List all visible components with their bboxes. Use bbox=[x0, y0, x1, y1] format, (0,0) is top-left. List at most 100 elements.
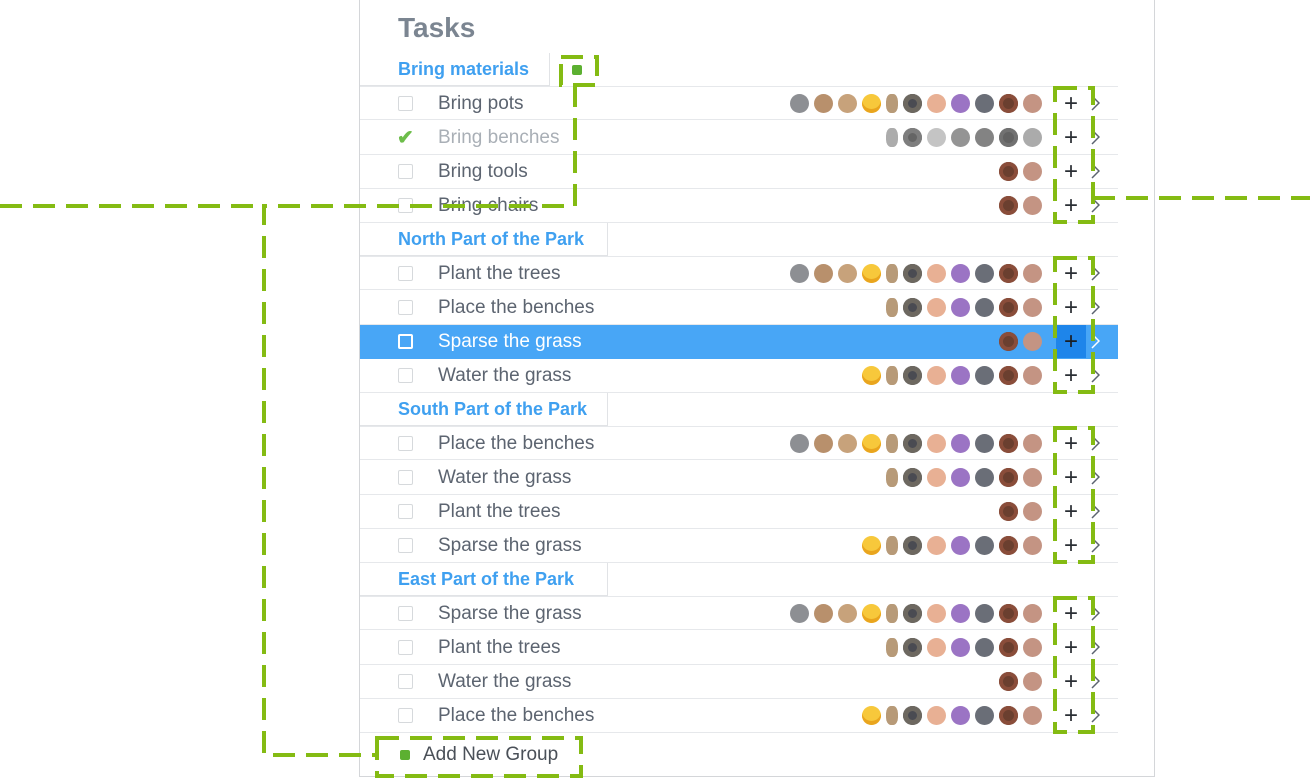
task-checkbox[interactable] bbox=[398, 96, 413, 111]
group-tab[interactable]: South Part of the Park bbox=[360, 393, 608, 426]
avatar[interactable] bbox=[862, 94, 881, 113]
chevron-right-icon[interactable] bbox=[1091, 605, 1100, 621]
avatar[interactable] bbox=[927, 366, 946, 385]
avatar[interactable] bbox=[927, 638, 946, 657]
avatar[interactable] bbox=[862, 604, 881, 623]
avatar[interactable] bbox=[1023, 468, 1042, 487]
avatar[interactable] bbox=[975, 638, 994, 657]
avatar[interactable] bbox=[903, 604, 922, 623]
chevron-right-icon[interactable] bbox=[1091, 673, 1100, 689]
task-row[interactable]: Bring tools + bbox=[360, 155, 1118, 189]
avatar[interactable] bbox=[951, 706, 970, 725]
chevron-right-icon[interactable] bbox=[1091, 163, 1100, 179]
avatar[interactable] bbox=[975, 536, 994, 555]
task-checkbox[interactable] bbox=[398, 164, 413, 179]
avatar[interactable] bbox=[975, 604, 994, 623]
avatar[interactable] bbox=[951, 434, 970, 453]
chevron-right-icon[interactable] bbox=[1091, 299, 1100, 315]
avatar[interactable] bbox=[999, 366, 1018, 385]
avatar[interactable] bbox=[1023, 196, 1042, 215]
task-row[interactable]: Water the grass + bbox=[360, 665, 1118, 699]
avatar[interactable] bbox=[999, 128, 1018, 147]
avatar[interactable] bbox=[903, 366, 922, 385]
avatar[interactable] bbox=[1023, 162, 1042, 181]
add-subtask-button[interactable]: + bbox=[1056, 597, 1086, 630]
avatar[interactable] bbox=[951, 264, 970, 283]
avatar[interactable] bbox=[903, 706, 922, 725]
avatar[interactable] bbox=[927, 128, 946, 147]
avatar[interactable] bbox=[862, 706, 881, 725]
avatar[interactable] bbox=[886, 706, 898, 725]
task-checkbox[interactable] bbox=[398, 708, 413, 723]
add-subtask-button[interactable]: + bbox=[1056, 359, 1086, 392]
chevron-right-icon[interactable] bbox=[1091, 95, 1100, 111]
add-subtask-button[interactable]: + bbox=[1056, 699, 1086, 732]
avatar[interactable] bbox=[814, 434, 833, 453]
avatar[interactable] bbox=[862, 434, 881, 453]
avatar[interactable] bbox=[927, 604, 946, 623]
task-row[interactable]: ✔ Bring benches + bbox=[360, 121, 1118, 155]
task-checkbox[interactable] bbox=[398, 368, 413, 383]
avatar[interactable] bbox=[1023, 706, 1042, 725]
chevron-right-icon[interactable] bbox=[1091, 435, 1100, 451]
task-checkbox[interactable] bbox=[398, 504, 413, 519]
add-subtask-button[interactable]: + bbox=[1056, 87, 1086, 120]
task-row[interactable]: Place the benches + bbox=[360, 699, 1118, 733]
avatar[interactable] bbox=[886, 264, 898, 283]
add-subtask-button[interactable]: + bbox=[1056, 461, 1086, 494]
avatar[interactable] bbox=[903, 468, 922, 487]
avatar[interactable] bbox=[903, 128, 922, 147]
task-row[interactable]: Sparse the grass + bbox=[360, 596, 1118, 630]
task-checkbox[interactable] bbox=[398, 674, 413, 689]
avatar[interactable] bbox=[975, 706, 994, 725]
avatar[interactable] bbox=[975, 434, 994, 453]
avatar[interactable] bbox=[951, 604, 970, 623]
avatar[interactable] bbox=[927, 94, 946, 113]
avatar[interactable] bbox=[1023, 434, 1042, 453]
add-subtask-button[interactable]: + bbox=[1056, 155, 1086, 188]
chevron-right-icon[interactable] bbox=[1091, 265, 1100, 281]
avatar[interactable] bbox=[903, 638, 922, 657]
avatar[interactable] bbox=[975, 366, 994, 385]
task-row[interactable]: Sparse the grass + bbox=[360, 529, 1118, 563]
avatar[interactable] bbox=[999, 536, 1018, 555]
avatar[interactable] bbox=[814, 264, 833, 283]
task-row[interactable]: Place the benches + bbox=[360, 291, 1118, 325]
chevron-right-icon[interactable] bbox=[1091, 639, 1100, 655]
avatar[interactable] bbox=[862, 536, 881, 555]
avatar[interactable] bbox=[927, 706, 946, 725]
add-subtask-button[interactable]: + bbox=[1056, 495, 1086, 528]
chevron-right-icon[interactable] bbox=[1091, 129, 1100, 145]
avatar[interactable] bbox=[999, 604, 1018, 623]
avatar[interactable] bbox=[838, 94, 857, 113]
avatar[interactable] bbox=[790, 94, 809, 113]
avatar[interactable] bbox=[903, 536, 922, 555]
avatar[interactable] bbox=[999, 434, 1018, 453]
group-tab[interactable]: Bring materials bbox=[360, 53, 550, 86]
task-checkbox[interactable] bbox=[398, 266, 413, 281]
avatar[interactable] bbox=[927, 536, 946, 555]
avatar[interactable] bbox=[1023, 332, 1042, 351]
avatar[interactable] bbox=[1023, 604, 1042, 623]
avatar[interactable] bbox=[886, 366, 898, 385]
avatar[interactable] bbox=[1023, 536, 1042, 555]
avatar[interactable] bbox=[814, 604, 833, 623]
avatar[interactable] bbox=[838, 434, 857, 453]
task-row[interactable]: Bring pots + bbox=[360, 86, 1118, 120]
avatar[interactable] bbox=[1023, 672, 1042, 691]
avatar[interactable] bbox=[790, 264, 809, 283]
avatar[interactable] bbox=[1023, 502, 1042, 521]
avatar[interactable] bbox=[999, 638, 1018, 657]
avatar[interactable] bbox=[903, 264, 922, 283]
avatar[interactable] bbox=[886, 94, 898, 113]
avatar[interactable] bbox=[927, 434, 946, 453]
add-subtask-button[interactable]: + bbox=[1056, 291, 1086, 324]
avatar[interactable] bbox=[975, 468, 994, 487]
task-checkbox[interactable] bbox=[398, 334, 413, 349]
avatar[interactable] bbox=[999, 672, 1018, 691]
avatar[interactable] bbox=[814, 94, 833, 113]
avatar[interactable] bbox=[886, 128, 898, 147]
add-subtask-button[interactable]: + bbox=[1056, 529, 1086, 562]
avatar[interactable] bbox=[886, 536, 898, 555]
avatar[interactable] bbox=[999, 706, 1018, 725]
